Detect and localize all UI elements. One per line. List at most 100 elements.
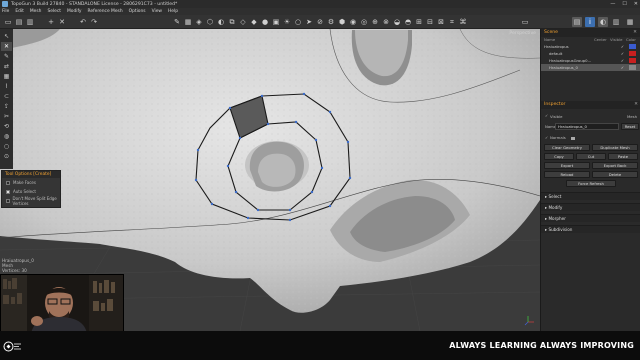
option-split-edge[interactable]: Don't Move Split Edge Vertices xyxy=(2,196,60,206)
paste-button[interactable]: Paste xyxy=(608,153,638,160)
screen-icon[interactable]: ▭ xyxy=(520,17,530,27)
camera-label[interactable]: Perspective xyxy=(509,31,536,36)
bridge-tool-icon[interactable]: ⇄ xyxy=(1,62,12,71)
section-subdivision[interactable]: ▸ Subdivision xyxy=(541,225,640,233)
new-file-icon[interactable]: ▭ xyxy=(3,17,13,27)
name-field[interactable]: Hraiuatropus_0 xyxy=(555,123,619,130)
menu-edit[interactable]: Edit xyxy=(15,9,24,14)
export-button[interactable]: Export xyxy=(544,162,590,169)
delete-button[interactable]: Delete xyxy=(592,171,638,178)
info-icon[interactable]: i xyxy=(585,17,595,27)
minimize-button[interactable]: — xyxy=(610,0,615,8)
tool-f-icon[interactable]: ⊗ xyxy=(381,17,391,27)
relax-tool-icon[interactable]: ⊙ xyxy=(1,152,12,161)
fill-tool-icon[interactable]: ▦ xyxy=(1,72,12,81)
maximize-button[interactable]: ☐ xyxy=(622,0,626,8)
loop-tool-icon[interactable]: ⟲ xyxy=(1,122,12,131)
reset-button[interactable]: Reset xyxy=(621,123,639,130)
menu-modify[interactable]: Modify xyxy=(67,9,82,14)
normals-checkbox-icon[interactable]: ✓ xyxy=(545,135,548,140)
menu-select[interactable]: Select xyxy=(47,9,61,14)
panel-d-icon[interactable]: ▦ xyxy=(625,17,635,27)
circle-icon[interactable]: ○ xyxy=(293,17,303,27)
smooth-tool-icon[interactable]: ○ xyxy=(1,142,12,151)
open-file-icon[interactable]: ▤ xyxy=(14,17,24,27)
color-swatch[interactable] xyxy=(629,58,636,63)
save-file-icon[interactable]: ▥ xyxy=(25,17,35,27)
shade-icon[interactable]: ● xyxy=(260,17,270,27)
tool-k-icon[interactable]: ⊠ xyxy=(436,17,446,27)
menu-options[interactable]: Options xyxy=(129,9,146,14)
visible-checkbox-icon[interactable]: ✓ xyxy=(545,113,548,118)
visible-check-icon[interactable]: ✓ xyxy=(621,58,624,63)
normals-slider[interactable] xyxy=(571,137,575,140)
cut-button[interactable]: Cut xyxy=(576,153,606,160)
menu-reference-mesh[interactable]: Reference Mesh xyxy=(88,9,123,14)
light-icon[interactable]: ☀ xyxy=(282,17,292,27)
close-icon[interactable]: ✕ xyxy=(633,29,637,37)
color-swatch[interactable] xyxy=(629,51,636,56)
close-icon[interactable]: ✕ xyxy=(634,101,638,109)
cube-icon[interactable]: ▣ xyxy=(271,17,281,27)
lock-icon[interactable]: ◆ xyxy=(249,17,259,27)
scene-row-selected[interactable]: Hraiuatropus_0 ✓ xyxy=(541,64,640,71)
grid-icon[interactable]: ▦ xyxy=(183,17,193,27)
tool-e-icon[interactable]: ⊕ xyxy=(370,17,380,27)
snap-icon[interactable]: ◈ xyxy=(194,17,204,27)
color-swatch[interactable] xyxy=(629,65,636,70)
menu-mesh[interactable]: Mesh xyxy=(30,9,42,14)
scene-row[interactable]: default ✓ xyxy=(541,50,640,57)
extrude-tool-icon[interactable]: ⇪ xyxy=(1,102,12,111)
section-select[interactable]: ▸ Select xyxy=(541,192,640,200)
copy-button[interactable]: Copy xyxy=(544,153,574,160)
pointer-icon[interactable]: ↖ xyxy=(1,32,12,41)
visible-check-icon[interactable]: ✓ xyxy=(621,44,624,49)
tool-h-icon[interactable]: ◓ xyxy=(403,17,413,27)
symmetry-icon[interactable]: ⧉ xyxy=(227,17,237,27)
arrow-icon[interactable]: ➤ xyxy=(304,17,314,27)
reload-button[interactable]: Reload xyxy=(544,171,590,178)
select-mode-icon[interactable]: ◇ xyxy=(238,17,248,27)
slice-icon[interactable]: ⊘ xyxy=(315,17,325,27)
add-icon[interactable]: + xyxy=(46,17,56,27)
sculpt-tool-icon[interactable]: ◍ xyxy=(1,132,12,141)
delete-icon[interactable]: ✕ xyxy=(57,17,67,27)
panel-c-icon[interactable]: ▥ xyxy=(611,17,621,27)
section-modify[interactable]: ▸ Modify xyxy=(541,203,640,211)
tool-d-icon[interactable]: ◎ xyxy=(359,17,369,27)
tool-g-icon[interactable]: ◒ xyxy=(392,17,402,27)
scene-row[interactable]: HraiuatropusGroup0... ✓ xyxy=(541,57,640,64)
menu-help[interactable]: Help xyxy=(168,9,178,14)
panel-b-icon[interactable]: ◐ xyxy=(598,17,608,27)
export-back-button[interactable]: Export Back xyxy=(592,162,638,169)
wire-icon[interactable]: ⬡ xyxy=(205,17,215,27)
undo-icon[interactable]: ↶ xyxy=(78,17,88,27)
draw-tool-icon[interactable]: ✎ xyxy=(1,52,12,61)
tool-a-icon[interactable]: ⚙ xyxy=(326,17,336,27)
auto-select-checkbox[interactable] xyxy=(6,189,10,194)
tool-l-icon[interactable]: ⌗ xyxy=(447,17,457,27)
scene-row[interactable]: Hraiuatropus ✓ xyxy=(541,43,640,50)
force-refresh-button[interactable]: Force Refresh xyxy=(566,180,616,187)
clear-geometry-button[interactable]: Clear Geometry xyxy=(544,144,590,151)
brush-icon[interactable]: ✎ xyxy=(172,17,182,27)
menu-file[interactable]: File xyxy=(2,9,9,14)
tool-m-icon[interactable]: ⌘ xyxy=(458,17,468,27)
option-make-faces[interactable]: Make Faces xyxy=(2,178,60,187)
visible-check-icon[interactable]: ✓ xyxy=(621,51,624,56)
make-faces-checkbox[interactable] xyxy=(6,180,10,185)
tool-i-icon[interactable]: ⊞ xyxy=(414,17,424,27)
section-morpher[interactable]: ▸ Morpher xyxy=(541,214,640,222)
cut-tool-icon[interactable]: ✂ xyxy=(1,112,12,121)
redo-icon[interactable]: ↷ xyxy=(89,17,99,27)
mirror-icon[interactable]: ◐ xyxy=(216,17,226,27)
visible-check-icon[interactable]: ✓ xyxy=(621,65,624,70)
tool-b-icon[interactable]: ⬢ xyxy=(337,17,347,27)
create-tool-icon[interactable]: ✕ xyxy=(1,42,12,51)
split-edge-checkbox[interactable] xyxy=(6,198,10,203)
brush-tool-icon[interactable]: ⌇ xyxy=(1,82,12,91)
panel-a-icon[interactable]: ▤ xyxy=(572,17,582,27)
close-window-button[interactable]: ✕ xyxy=(634,0,638,8)
tool-c-icon[interactable]: ◉ xyxy=(348,17,358,27)
tool-j-icon[interactable]: ⊟ xyxy=(425,17,435,27)
